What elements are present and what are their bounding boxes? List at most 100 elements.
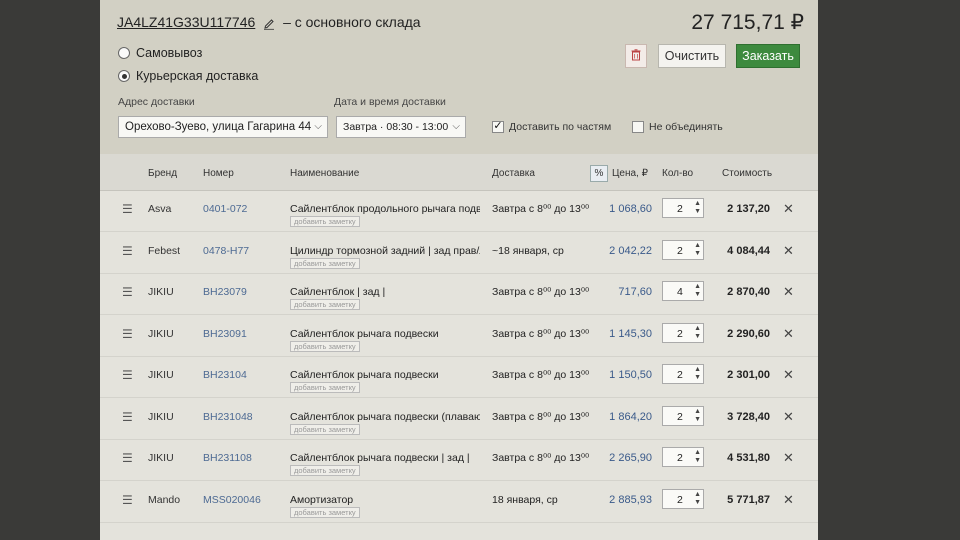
add-note-button[interactable]: добавить заметку	[290, 423, 360, 435]
order-button[interactable]: Заказать	[736, 44, 800, 68]
row-name: Сайлентблок рычага подвески | зад |	[290, 452, 470, 464]
partial-delivery-checkbox[interactable]: ✓ Доставить по частям	[492, 121, 611, 133]
row-qty: 2	[677, 203, 683, 215]
col-price[interactable]: Цена, ₽	[612, 168, 648, 179]
stepper-arrows-icon[interactable]: ▲ ▼	[694, 449, 701, 465]
quantity-stepper[interactable]: 4 ▲ ▼	[662, 281, 704, 301]
close-icon[interactable]: ✕	[783, 243, 794, 259]
stepper-arrows-icon[interactable]: ▲ ▼	[694, 491, 701, 507]
row-cost: 4 531,80	[727, 452, 770, 464]
col-name[interactable]: Наименование	[290, 168, 359, 179]
col-cost[interactable]: Стоимость	[722, 168, 772, 179]
radio-pickup[interactable]: Самовывоз	[118, 46, 202, 60]
quantity-stepper[interactable]: 2 ▲ ▼	[662, 405, 704, 426]
datetime-value: Завтра · 08:30 - 13:00	[343, 121, 449, 133]
drag-handle-icon[interactable]: ☰	[122, 327, 133, 341]
add-note-button[interactable]: добавить заметку	[290, 340, 360, 352]
address-select[interactable]: Орехово-Зуево, улица Гагарина 44 ⌵	[118, 116, 328, 138]
order-id[interactable]: JA4LZ41G33U117746	[117, 14, 255, 30]
row-name: Амортизатор	[290, 493, 354, 506]
close-icon[interactable]: ✕	[783, 201, 794, 217]
table-row: ☰ JIKIU BH231108 Сайлентблок рычага подвеск…	[100, 439, 818, 481]
row-part-number[interactable]: BH23079	[203, 286, 247, 298]
row-cost: 2 137,20	[727, 203, 770, 215]
col-qty[interactable]: Кол-во	[662, 168, 693, 179]
stepper-arrows-icon[interactable]: ▲ ▼	[694, 242, 701, 258]
row-price: 2 042,22	[609, 244, 652, 257]
close-icon[interactable]: ✕	[783, 492, 794, 508]
close-icon[interactable]: ✕	[783, 450, 794, 466]
radio-courier-dot[interactable]	[118, 70, 130, 82]
row-part-number[interactable]: BH23104	[203, 369, 247, 381]
row-part-number[interactable]: 0401-072	[203, 203, 247, 215]
col-delivery[interactable]: Доставка	[492, 168, 535, 179]
table-row: ☰ JIKIU BH23079 Сайлентблок | зад | добавить…	[100, 273, 818, 315]
pencil-icon[interactable]	[263, 17, 275, 30]
drag-handle-icon[interactable]: ☰	[122, 451, 133, 465]
check-icon[interactable]: ✓	[492, 121, 504, 133]
datetime-select[interactable]: Завтра · 08:30 - 13:00 ⌵	[336, 116, 466, 138]
clear-button[interactable]: Очистить	[658, 44, 726, 68]
row-part-number[interactable]: MSS020046	[203, 494, 261, 506]
address-value: Орехово-Зуево, улица Гагарина 44	[125, 121, 312, 133]
row-brand: JIKIU	[148, 369, 174, 381]
radio-courier-label: Курьерская доставка	[136, 69, 259, 83]
stepper-arrows-icon[interactable]: ▲ ▼	[694, 366, 701, 382]
row-part-number[interactable]: BH23091	[203, 328, 247, 340]
no-combine-checkbox[interactable]: Не объединять	[632, 121, 723, 133]
radio-pickup-label: Самовывоз	[136, 46, 203, 60]
partial-delivery-label: Доставить по частям	[509, 121, 612, 133]
row-price: 2 265,90	[609, 452, 652, 464]
row-brand: JIKIU	[148, 327, 174, 340]
row-delivery: Завтра с 8⁰⁰ до 13⁰⁰	[492, 203, 590, 215]
drag-handle-icon[interactable]: ☰	[122, 410, 133, 424]
row-part-number[interactable]: BH231108	[203, 452, 252, 464]
no-combine-box[interactable]	[632, 121, 644, 133]
radio-courier[interactable]: Курьерская доставка	[118, 69, 258, 83]
stepper-arrows-icon[interactable]: ▲ ▼	[694, 283, 701, 299]
row-brand: JIKIU	[148, 410, 174, 423]
add-note-button[interactable]: добавить заметку	[290, 299, 360, 310]
trash-button[interactable]	[625, 44, 647, 68]
quantity-stepper[interactable]: 2 ▲ ▼	[662, 198, 704, 218]
drag-handle-icon[interactable]: ☰	[122, 368, 133, 382]
add-note-button[interactable]: добавить заметку	[290, 465, 360, 476]
table-row: ☰ Mando MSS020046 Амортизатор добавить замет…	[100, 481, 818, 523]
close-icon[interactable]: ✕	[783, 326, 794, 342]
order-title: JA4LZ41G33U117746 – с основного склада	[117, 14, 421, 30]
drag-handle-icon[interactable]: ☰	[122, 202, 133, 216]
address-label: Адрес доставки	[118, 96, 195, 108]
row-delivery: ~18 января, ср	[492, 244, 564, 257]
stepper-arrows-icon[interactable]: ▲ ▼	[694, 325, 701, 341]
col-brand[interactable]: Бренд	[148, 168, 177, 179]
quantity-stepper[interactable]: 2 ▲ ▼	[662, 322, 704, 343]
stepper-arrows-icon[interactable]: ▲ ▼	[694, 200, 701, 216]
quantity-stepper[interactable]: 2 ▲ ▼	[662, 239, 704, 260]
quantity-stepper[interactable]: 2 ▲ ▼	[662, 364, 704, 384]
percent-toggle[interactable]: %	[590, 165, 608, 182]
col-number[interactable]: Номер	[203, 168, 234, 179]
add-note-button[interactable]: добавить заметку	[290, 257, 360, 269]
quantity-stepper[interactable]: 2 ▲ ▼	[662, 447, 704, 467]
no-combine-label: Не объединять	[649, 121, 723, 133]
row-price: 717,60	[618, 286, 652, 298]
drag-handle-icon[interactable]: ☰	[122, 285, 133, 299]
quantity-stepper[interactable]: 2 ▲ ▼	[662, 488, 704, 509]
close-icon[interactable]: ✕	[783, 367, 794, 383]
close-icon[interactable]: ✕	[783, 409, 794, 425]
row-part-number[interactable]: BH231048	[203, 411, 253, 423]
add-note-button[interactable]: добавить заметку	[290, 382, 360, 393]
radio-pickup-dot[interactable]	[118, 47, 130, 59]
row-qty: 2	[677, 244, 683, 257]
add-note-button[interactable]: добавить заметку	[290, 216, 360, 227]
row-delivery: Завтра с 8⁰⁰ до 13⁰⁰	[492, 452, 590, 464]
row-part-number[interactable]: 0478-H77	[203, 245, 249, 257]
row-cost: 3 728,40	[727, 410, 770, 423]
drag-handle-icon[interactable]: ☰	[122, 244, 133, 258]
drag-handle-icon[interactable]: ☰	[122, 493, 133, 507]
stepper-arrows-icon[interactable]: ▲ ▼	[694, 408, 701, 424]
close-icon[interactable]: ✕	[783, 284, 794, 300]
row-cost: 5 771,87	[727, 493, 770, 506]
table-row: ☰ JIKIU BH23104 Сайлентблок рычага подвески…	[100, 356, 818, 398]
add-note-button[interactable]: добавить заметку	[290, 506, 360, 518]
